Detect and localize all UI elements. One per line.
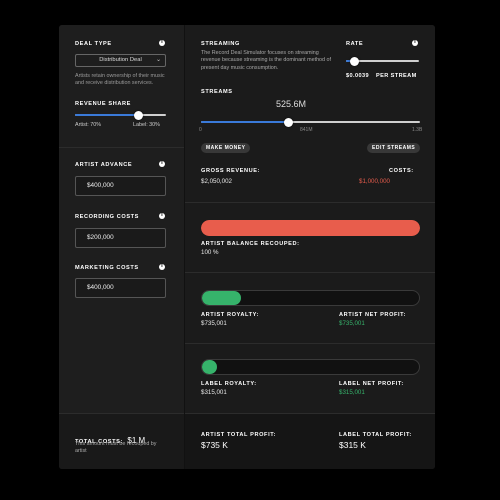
make-money-button[interactable]: MAKE MONEY <box>201 143 251 153</box>
streams-tick-mid: 841M <box>300 127 313 133</box>
divider <box>185 272 435 273</box>
total-profit-panel: ARTIST TOTAL PROFIT: $735 K LABEL TOTAL … <box>185 414 435 469</box>
label-total-profit-label: LABEL TOTAL PROFIT: <box>339 432 412 438</box>
marketing-costs-label: MARKETING COSTS <box>75 265 139 271</box>
divider <box>185 343 435 344</box>
streams-tick-max: 1.3B <box>412 127 423 133</box>
recording-costs-input[interactable]: $200,000 <box>75 228 166 248</box>
streams-slider-fill <box>201 121 289 123</box>
rate-unit: PER STREAM <box>376 73 417 79</box>
deal-type-info-icon[interactable]: i <box>159 40 165 46</box>
results-panel: STREAMING The Record Deal Simulator focu… <box>184 25 435 469</box>
costs-value: $1,000,000 <box>359 178 390 185</box>
costs-label: COSTS: <box>389 168 414 174</box>
revenue-share-label: REVENUE SHARE <box>75 101 131 107</box>
total-costs-note: This amount must be recouped by artist <box>75 441 157 455</box>
label-royalty-fill <box>202 360 218 374</box>
streams-value: 525.6M <box>275 99 307 109</box>
streams-label: STREAMS <box>201 89 233 95</box>
deal-type-label: DEAL TYPE <box>75 41 112 47</box>
deal-type-selected-value: Distribution Deal <box>99 57 142 63</box>
rate-label: RATE <box>346 41 364 47</box>
revenue-share-slider-fill <box>75 114 139 116</box>
total-costs-panel: TOTAL COSTS: $1 M This amount must be re… <box>59 414 184 469</box>
chevron-down-icon: ⌄ <box>155 57 161 63</box>
artist-share-text: Artist: 70% <box>75 122 102 128</box>
artist-advance-info-icon[interactable]: i <box>159 161 165 167</box>
artist-advance-input[interactable]: $400,000 <box>75 176 166 196</box>
rate-slider-thumb[interactable] <box>350 56 360 66</box>
artist-royalty-label: ARTIST ROYALTY: <box>201 312 259 318</box>
rate-value: $0.0039 <box>346 73 370 79</box>
recoup-value: 100 % <box>201 249 219 256</box>
rate-info-icon[interactable]: i <box>412 40 418 46</box>
artist-royalty-value: $735,001 <box>201 320 227 327</box>
streams-slider-thumb[interactable] <box>284 117 294 127</box>
label-royalty-value: $315,001 <box>201 389 227 396</box>
label-share-text: Label: 30% <box>133 122 160 128</box>
edit-streams-button[interactable]: EDIT STREAMS <box>367 143 421 153</box>
artist-net-profit-label: ARTIST NET PROFIT: <box>339 312 407 318</box>
recoup-label: ARTIST BALANCE RECOUPED: <box>201 241 300 247</box>
streaming-label: STREAMING <box>201 41 240 47</box>
marketing-costs-info-icon[interactable]: i <box>159 264 165 270</box>
artist-net-profit-value: $735,001 <box>339 320 365 327</box>
deal-type-select[interactable]: Distribution Deal ⌄ <box>75 54 166 67</box>
recording-costs-label: RECORDING COSTS <box>75 214 140 220</box>
record-deal-simulator: DEAL TYPE i Distribution Deal ⌄ Artists … <box>59 25 435 469</box>
label-net-profit-value: $315,001 <box>339 389 365 396</box>
artist-advance-label: ARTIST ADVANCE <box>75 162 133 168</box>
marketing-costs-input[interactable]: $400,000 <box>75 278 166 298</box>
streaming-description: The Record Deal Simulator focuses on str… <box>201 50 332 71</box>
label-total-profit-value: $315 K <box>339 440 366 450</box>
revenue-share-slider[interactable] <box>75 114 166 116</box>
artist-total-profit-value: $735 K <box>201 440 228 450</box>
recoup-progress-fill <box>201 220 420 236</box>
artist-total-profit-label: ARTIST TOTAL PROFIT: <box>201 432 277 438</box>
deal-type-description: Artists retain ownership of their music … <box>75 73 165 87</box>
recording-costs-info-icon[interactable]: i <box>159 213 165 219</box>
revenue-share-slider-thumb[interactable] <box>134 110 144 120</box>
deal-inputs-panel: DEAL TYPE i Distribution Deal ⌄ Artists … <box>59 25 184 469</box>
divider <box>59 147 184 148</box>
streams-slider[interactable] <box>201 121 420 123</box>
label-royalty-bar <box>201 359 420 375</box>
recoup-progress-bar <box>201 220 420 236</box>
gross-revenue-label: GROSS REVENUE: <box>201 168 261 174</box>
label-royalty-label: LABEL ROYALTY: <box>201 381 257 387</box>
divider <box>185 202 435 203</box>
gross-revenue-value: $2,050,002 <box>201 178 232 185</box>
streams-tick-min: 0 <box>199 127 202 133</box>
artist-royalty-bar <box>201 290 420 306</box>
artist-royalty-fill <box>202 291 242 305</box>
label-net-profit-label: LABEL NET PROFIT: <box>339 381 404 387</box>
